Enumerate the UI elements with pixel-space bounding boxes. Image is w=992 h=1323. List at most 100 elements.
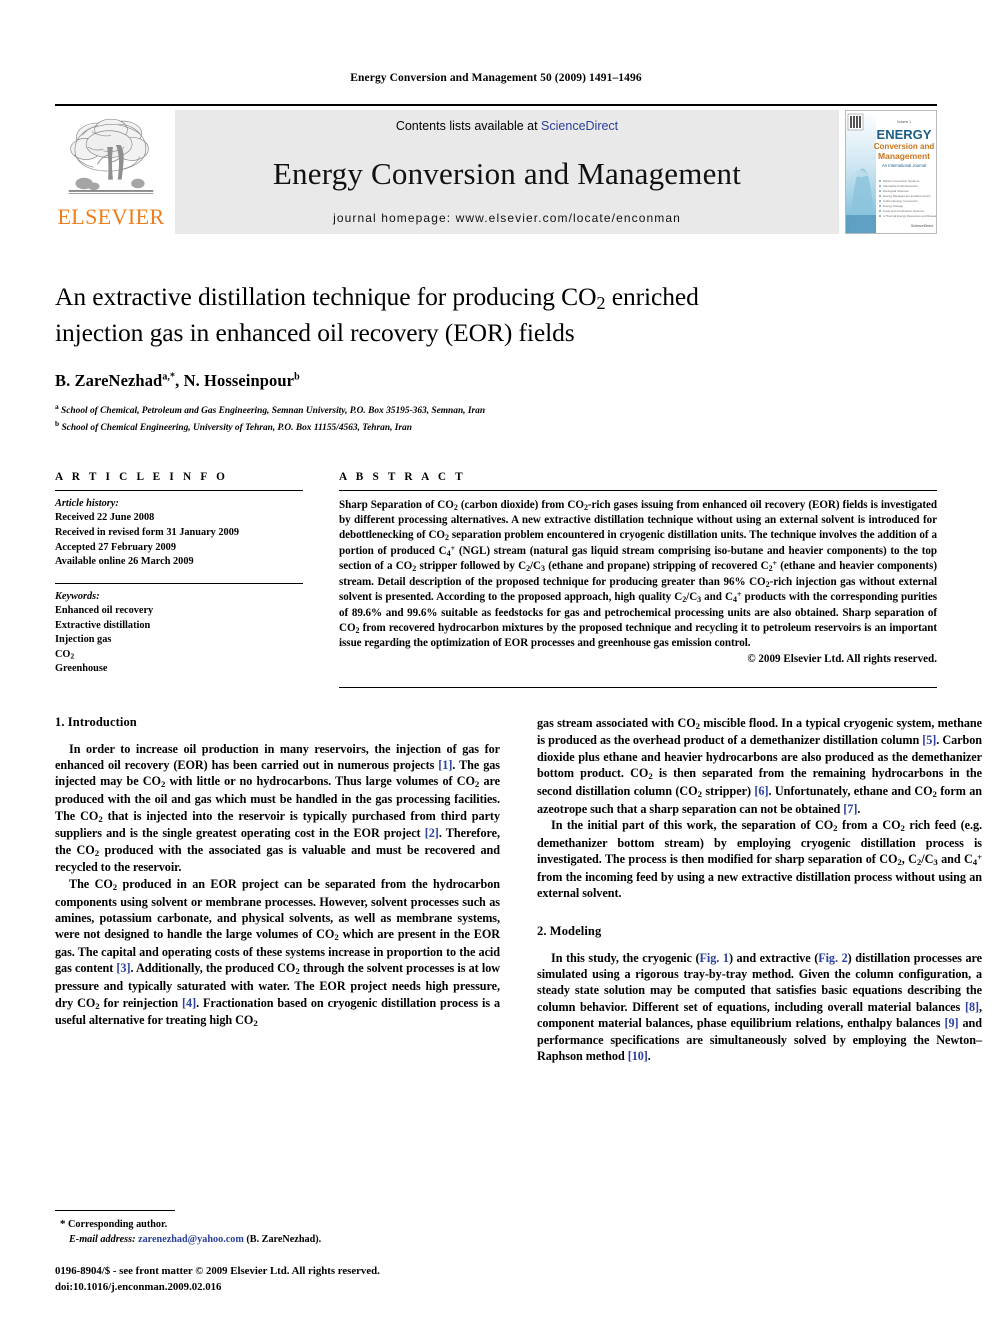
affiliation-a: a School of Chemical, Petroleum and Gas … [55, 402, 937, 418]
body-columns: 1. Introduction In order to increase oil… [55, 715, 982, 1065]
citation-ref-4[interactable]: [4] [182, 996, 196, 1010]
footnote-rule [55, 1209, 175, 1211]
paper-title-sub: 2 [596, 293, 606, 314]
paper-title-line2: injection gas in enhanced oil recovery (… [55, 317, 575, 347]
abstract-text: Sharp Separation of CO2 (carbon dioxide)… [339, 498, 938, 650]
article-history: Article history: Received 22 June 2008 R… [55, 491, 303, 583]
email-link[interactable]: zarenezhad@yahoo.com [138, 1234, 244, 1245]
intro-paragraph-1: In order to increase oil production in m… [55, 741, 501, 875]
affiliation-list: a School of Chemical, Petroleum and Gas … [55, 402, 937, 435]
section-heading-introduction: 1. Introduction [55, 714, 137, 729]
svg-text:Ecological Sciences: Ecological Sciences [883, 189, 909, 193]
body-column-right: gas stream associated with CO2 miscible … [537, 715, 982, 1065]
article-info-heading: A R T I C L E I N F O [55, 470, 229, 483]
svg-text:Energy Storage: Energy Storage [883, 204, 903, 208]
svg-text:Fuels and Combustion Systems: Fuels and Combustion Systems [883, 209, 924, 213]
email-owner: (B. ZareNezhad). [246, 1233, 322, 1245]
page-title: An extractive distillation technique for… [55, 280, 937, 349]
email-note: E-mail address: zarenezhad@yahoo.com (B.… [55, 1233, 500, 1247]
elsevier-wordmark: ELSEVIER [57, 204, 165, 229]
affiliation-b-text: School of Chemical Engineering, Universi… [61, 422, 412, 433]
svg-text:ENERGY: ENERGY [877, 127, 932, 142]
elsevier-logo: ELSEVIER [55, 110, 167, 234]
keyword-item: Enhanced oil recovery [55, 605, 154, 617]
author-2-affil-marker: b [294, 371, 300, 383]
keywords-heading: Keywords: [55, 590, 100, 602]
svg-text:Management: Management [878, 151, 930, 161]
svg-text:Conversion and: Conversion and [874, 142, 935, 151]
section-heading-modeling: 2. Modeling [537, 923, 602, 938]
citation-ref-9[interactable]: [9] [944, 1016, 958, 1030]
svg-text:Marine Conversion Systems: Marine Conversion Systems [883, 179, 920, 183]
email-label: E-mail address: [69, 1233, 136, 1245]
keywords-block: Keywords: Enhanced oil recovery Extracti… [55, 584, 303, 677]
svg-text:Alternative Fuels Research: Alternative Fuels Research [883, 184, 918, 188]
svg-text:Carbon Energy Conversion: Carbon Energy Conversion [883, 199, 918, 203]
corresponding-author-text: Corresponding author. [68, 1218, 168, 1230]
keyword-item: Injection gas [55, 634, 112, 646]
journal-band: Contents lists available at ScienceDirec… [175, 110, 839, 234]
keyword-item: Greenhouse [55, 663, 108, 675]
info-abstract-region: A R T I C L E I N F O Article history: R… [55, 471, 937, 677]
citation-ref-3[interactable]: [3] [116, 961, 130, 975]
author-list: B. ZareNezhada,*, N. Hosseinpourb [55, 371, 300, 391]
paper-title-line1-tail: enriched [605, 282, 699, 311]
history-item-accepted: Accepted 27 February 2009 [55, 541, 176, 553]
svg-text:An International Journal: An International Journal [882, 163, 926, 168]
citation-ref-6[interactable]: [6] [754, 784, 768, 798]
paper-title-line1: An extractive distillation technique for… [55, 282, 597, 311]
title-block: An extractive distillation technique for… [55, 280, 937, 435]
history-item-revised: Received in revised form 31 January 2009 [55, 527, 239, 538]
abstract-copyright: © 2009 Elsevier Ltd. All rights reserved… [747, 653, 937, 666]
author-1-affil-marker: a,* [162, 371, 176, 383]
corresponding-author-marker: * [60, 1217, 66, 1230]
intro-paragraph-2-continued: gas stream associated with CO2 miscible … [537, 715, 983, 816]
imprint-block: 0196-8904/$ - see front matter © 2009 El… [55, 1264, 380, 1295]
affiliation-b-marker: b [55, 418, 60, 428]
author-1[interactable]: B. ZareNezhad [55, 371, 162, 390]
citation-ref-7[interactable]: [7] [843, 802, 857, 816]
elsevier-tree-icon [63, 112, 159, 205]
citation-ref-1[interactable]: [1] [438, 758, 452, 772]
citation-ref-2[interactable]: [2] [425, 826, 439, 840]
contents-prefix: Contents lists available at [395, 119, 542, 133]
intro-paragraph-2: The CO2 produced in an EOR project can b… [55, 876, 501, 1029]
svg-text:A Thermal Energy Resources and: A Thermal Energy Resources and Research [883, 214, 936, 218]
article-info-column: A R T I C L E I N F O Article history: R… [55, 471, 303, 677]
abstract-heading: A B S T R A C T [339, 470, 466, 483]
abstract-bottom-rule [339, 686, 937, 688]
journal-cover-thumbnail[interactable]: Volume 1 ENERGY Conversion and Managemen… [845, 110, 937, 234]
citation-ref-8[interactable]: [8] [965, 1000, 979, 1014]
keyword-item: Extractive distillation [55, 619, 151, 631]
article-page: Energy Conversion and Management 50 (200… [0, 0, 992, 1323]
journal-masthead: ELSEVIER Contents lists available at Sci… [55, 104, 937, 238]
body-column-left: 1. Introduction In order to increase oil… [55, 715, 500, 1065]
contents-line: Contents lists available at ScienceDirec… [396, 119, 618, 133]
affiliation-a-text: School of Chemical, Petroleum and Gas En… [61, 406, 486, 417]
svg-text:Energy Management and Economic: Energy Management and Economics [883, 194, 931, 198]
figure-ref-2[interactable]: Fig. 2 [818, 951, 847, 965]
modeling-paragraph-1: In this study, the cryogenic (Fig. 1) an… [537, 950, 983, 1064]
abstract-column: A B S T R A C T Sharp Separation of CO2 … [339, 471, 937, 677]
corresponding-author-note: * Corresponding author. [55, 1217, 500, 1233]
affiliation-a-marker: a [55, 402, 59, 412]
intro-paragraph-3: In the initial part of this work, the se… [537, 818, 983, 901]
citation-ref-10[interactable]: [10] [628, 1049, 648, 1063]
footnote-block: * Corresponding author. E-mail address: … [55, 1209, 500, 1247]
imprint-doi-line[interactable]: doi:10.1016/j.enconman.2009.02.016 [55, 1280, 380, 1295]
sciencedirect-link[interactable]: ScienceDirect [541, 119, 618, 133]
running-head: Energy Conversion and Management 50 (200… [350, 72, 642, 84]
imprint-issn-line: 0196-8904/$ - see front matter © 2009 El… [55, 1265, 380, 1278]
citation-ref-5[interactable]: [5] [922, 733, 936, 747]
history-item-online: Available online 26 March 2009 [55, 556, 194, 568]
journal-title: Energy Conversion and Management [272, 155, 742, 191]
keyword-item: CO2 [55, 648, 75, 661]
journal-homepage[interactable]: journal homepage: www.elsevier.com/locat… [333, 211, 681, 225]
figure-ref-1[interactable]: Fig. 1 [700, 951, 729, 965]
affiliation-b: b School of Chemical Engineering, Univer… [55, 419, 937, 435]
article-history-heading: Article history: [55, 497, 119, 509]
history-item-received: Received 22 June 2008 [55, 512, 155, 524]
svg-text:ScienceDirect: ScienceDirect [911, 224, 933, 228]
author-2[interactable]: N. Hosseinpour [184, 371, 295, 390]
svg-text:Volume 1: Volume 1 [897, 120, 911, 124]
